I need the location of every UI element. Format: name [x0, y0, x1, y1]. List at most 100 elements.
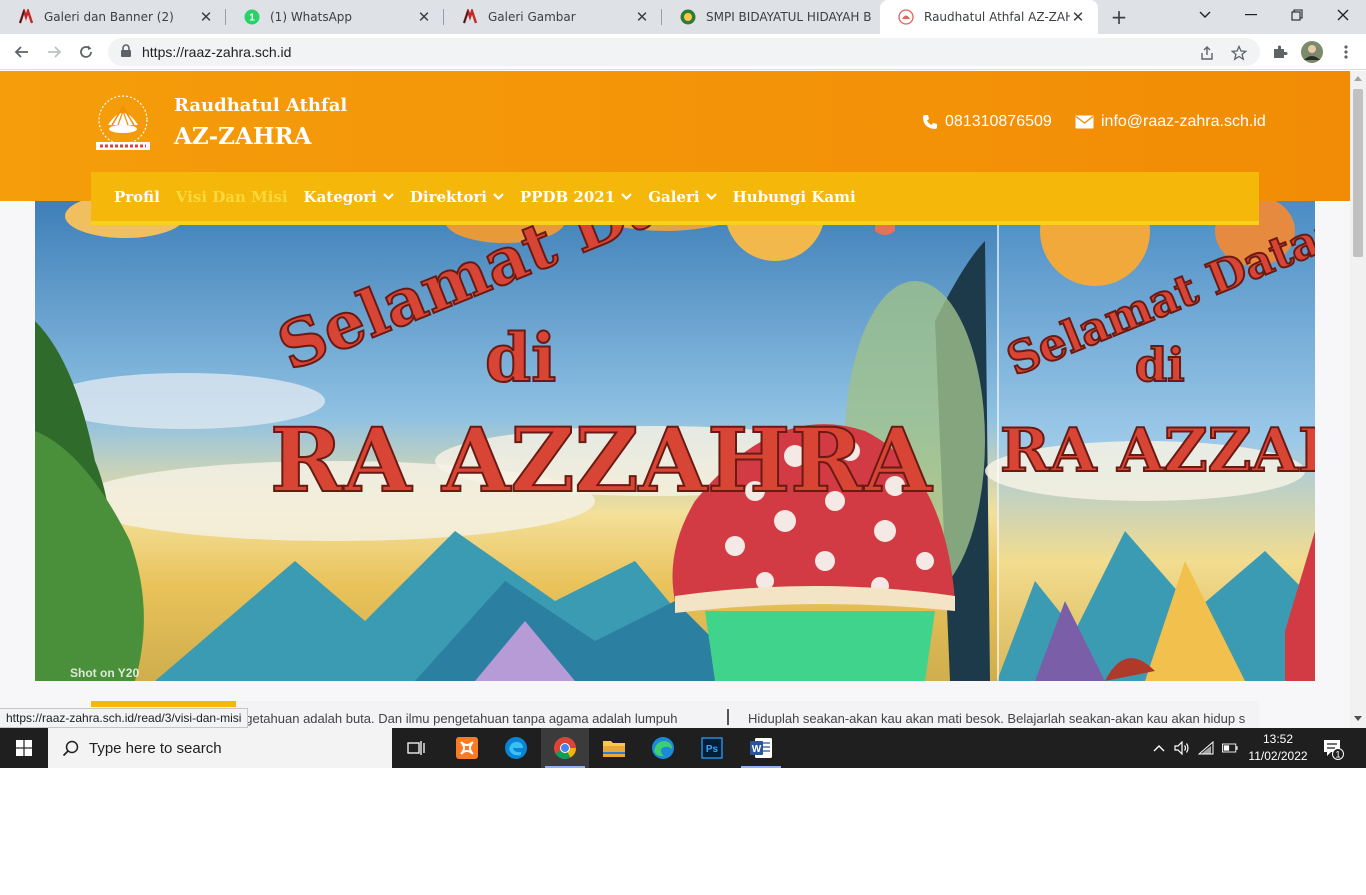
tab-title: Galeri dan Banner (2): [44, 10, 174, 24]
ticker-quote[interactable]: ngetahuan adalah buta. Dan ilmu pengetah…: [238, 711, 677, 726]
edge-legacy-app[interactable]: [492, 728, 540, 768]
tab-smpi[interactable]: SMPI BIDAYATUL HIDAYAH B: [662, 0, 878, 34]
close-window-button[interactable]: [1320, 0, 1366, 30]
lock-icon: [121, 44, 131, 57]
nav-item-visi-dan-misi[interactable]: Visi Dan Misi: [176, 188, 288, 206]
raaz-logo-icon: [898, 9, 914, 25]
url-text: https://raaz-zahra.sch.id: [142, 44, 292, 60]
action-center-button[interactable]: 1: [1322, 738, 1344, 764]
new-tab-button[interactable]: +: [1108, 6, 1130, 28]
kebab-menu-icon: [1344, 45, 1348, 59]
close-icon[interactable]: ✕: [1070, 9, 1086, 25]
brand-name[interactable]: Raudhatul Athfal: [174, 95, 347, 116]
chevron-down-icon: [621, 193, 632, 200]
svg-text:Ps: Ps: [706, 744, 719, 755]
tab-search-button[interactable]: [1182, 0, 1228, 30]
mural-di: di: [485, 319, 556, 397]
profile-avatar[interactable]: [1300, 40, 1324, 64]
forward-arrow-icon: [48, 46, 62, 58]
volume-icon[interactable]: [1174, 740, 1190, 756]
school-logo[interactable]: [92, 95, 154, 151]
link-status-url: https://raaz-zahra.sch.id/read/3/visi-da…: [0, 708, 249, 728]
word-app[interactable]: W: [737, 728, 785, 768]
nav-label: Profil: [114, 187, 160, 206]
nav-item-kategori[interactable]: Kategori: [304, 188, 394, 206]
avatar-icon: [1301, 41, 1323, 63]
whatsapp-icon: 1: [244, 9, 260, 25]
nav-label: Galeri: [648, 187, 700, 206]
empty-area: [0, 768, 1366, 895]
edge-app[interactable]: [639, 728, 687, 768]
envelope-icon: [1075, 115, 1094, 129]
nav-label: Kategori: [303, 187, 377, 206]
contact-email[interactable]: info@raaz-zahra.sch.id: [1075, 113, 1266, 131]
bookmark-star-icon[interactable]: [1230, 44, 1248, 62]
restore-button[interactable]: [1274, 0, 1320, 30]
chevron-down-icon: [493, 193, 504, 200]
search-placeholder: Type here to search: [89, 739, 222, 757]
taskbar-search-box[interactable]: Type here to search: [48, 728, 392, 768]
mural-school-name: RA AZZAHRA: [270, 408, 933, 512]
hero-banner-image: Selamat Datang di RA AZZAHRA Selamat Dat…: [35, 201, 1315, 681]
chrome-app[interactable]: [541, 728, 589, 768]
address-bar[interactable]: https://raaz-zahra.sch.id: [108, 38, 1260, 66]
tab-galeri-banner[interactable]: Galeri dan Banner (2) ✕: [0, 0, 226, 34]
photo-watermark: Shot on Y20: [70, 666, 139, 680]
windows-taskbar: Type here to search Ps W 13:52 11/02/202…: [0, 728, 1366, 768]
close-icon[interactable]: ✕: [198, 9, 214, 25]
nav-label: Visi Dan Misi: [175, 187, 288, 206]
scroll-thumb[interactable]: [1353, 89, 1363, 257]
brand-subtitle[interactable]: AZ-ZAHRA: [174, 123, 312, 150]
chevron-down-icon: [383, 193, 394, 200]
tab-title: (1) WhatsApp: [270, 10, 353, 24]
nav-item-galeri[interactable]: Galeri: [648, 187, 717, 206]
phone-icon: [923, 115, 937, 129]
reload-icon: [80, 45, 92, 58]
main-navigation: Profil Visi Dan Misi Kategori Direktori …: [91, 172, 1259, 225]
scroll-up-arrow-icon[interactable]: [1354, 76, 1362, 81]
tab-galeri-gambar[interactable]: Galeri Gambar ✕: [444, 0, 662, 34]
chevron-down-icon: [1199, 11, 1211, 18]
nav-item-ppdb-2021[interactable]: PPDB 2021: [520, 188, 632, 206]
task-view-icon: [407, 741, 425, 755]
news-ticker: ngetahuan adalah buta. Dan ilmu pengetah…: [91, 701, 1259, 728]
tab-strip: Galeri dan Banner (2) ✕ 1 (1) WhatsApp ✕…: [0, 0, 1366, 34]
folder-icon: [603, 741, 625, 757]
network-icon[interactable]: [1198, 740, 1214, 756]
photoshop-app[interactable]: Ps: [688, 728, 736, 768]
tab-whatsapp[interactable]: 1 (1) WhatsApp ✕: [226, 0, 444, 34]
xampp-app[interactable]: [443, 728, 491, 768]
back-button[interactable]: [10, 40, 34, 64]
close-icon[interactable]: ✕: [416, 9, 432, 25]
forward-button[interactable]: [42, 40, 66, 64]
start-button[interactable]: [0, 728, 48, 768]
svg-text:W: W: [752, 744, 762, 755]
clock-time: 13:52: [1262, 732, 1294, 746]
tray-overflow-chevron-icon[interactable]: [1151, 740, 1167, 756]
file-explorer-app[interactable]: [590, 728, 638, 768]
edge-legacy-icon: [505, 737, 527, 759]
taskbar-clock[interactable]: 13:52 11/02/2022: [1236, 731, 1320, 765]
ticker-quote[interactable]: Hiduplah seakan-akan kau akan mati besok…: [748, 711, 1245, 726]
tab-title: SMPI BIDAYATUL HIDAYAH B: [706, 10, 872, 24]
reload-button[interactable]: [74, 40, 98, 64]
scroll-down-arrow-icon[interactable]: [1354, 716, 1362, 721]
contact-phone[interactable]: 081310876509: [922, 113, 1052, 131]
nav-item-profil[interactable]: Profil: [114, 188, 160, 206]
close-icon[interactable]: ✕: [634, 9, 650, 25]
notification-count: 1: [1335, 749, 1340, 759]
extensions-button[interactable]: [1268, 40, 1292, 64]
task-view-button[interactable]: [392, 728, 440, 768]
browser-menu-button[interactable]: [1334, 40, 1358, 64]
tab-raaz-zahra[interactable]: Raudhatul Athfal AZ-ZAHRA ✕: [880, 0, 1098, 34]
word-icon: W: [750, 738, 772, 758]
nav-item-hubungi-kami[interactable]: Hubungi Kami: [733, 188, 856, 206]
ticker-divider: [727, 709, 729, 725]
clock-date: 11/02/2022: [1248, 749, 1308, 763]
nav-label: PPDB 2021: [519, 187, 616, 206]
nav-item-direktori[interactable]: Direktori: [410, 188, 504, 206]
page-scrollbar[interactable]: [1350, 71, 1366, 728]
minimize-button[interactable]: [1228, 0, 1274, 30]
back-arrow-icon: [14, 46, 28, 58]
share-icon[interactable]: [1198, 44, 1216, 62]
